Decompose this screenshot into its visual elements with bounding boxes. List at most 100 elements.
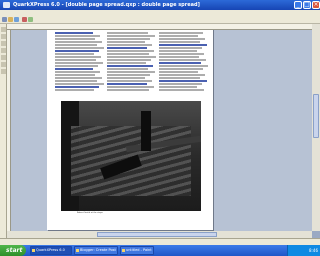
open-icon[interactable] bbox=[8, 17, 13, 22]
vertical-scroll-thumb[interactable] bbox=[313, 94, 319, 138]
text-line bbox=[55, 44, 97, 46]
line-tool-icon[interactable] bbox=[1, 69, 6, 74]
horizontal-scrollbar[interactable] bbox=[7, 231, 312, 238]
text-line bbox=[55, 56, 101, 58]
minimize-button[interactable]: _ bbox=[294, 1, 302, 9]
text-line bbox=[107, 65, 153, 67]
paint-icon bbox=[122, 249, 125, 252]
text-line bbox=[55, 74, 95, 76]
window-title: QuarkXPress 6.0 - [double page spread.qx… bbox=[13, 2, 200, 8]
text-line bbox=[107, 44, 152, 46]
text-line bbox=[159, 77, 200, 79]
maximize-button[interactable]: □ bbox=[303, 1, 311, 9]
text-line bbox=[159, 50, 197, 52]
quark-icon bbox=[32, 249, 35, 252]
close-button[interactable]: × bbox=[312, 1, 320, 9]
app-icon bbox=[3, 2, 10, 8]
document-pasteboard[interactable]: Robert Smith at the steps bbox=[11, 30, 312, 231]
text-line bbox=[159, 74, 205, 76]
task-label: Blogger: Create Post bbox=[80, 248, 116, 252]
system-tray: 8:46 bbox=[287, 245, 320, 256]
text-line bbox=[107, 86, 154, 88]
text-column-2[interactable] bbox=[107, 32, 157, 92]
text-line bbox=[55, 65, 98, 67]
item-tool-icon[interactable] bbox=[1, 27, 6, 32]
text-line bbox=[159, 32, 203, 34]
text-line bbox=[107, 56, 156, 58]
vertical-scrollbar[interactable] bbox=[312, 24, 320, 231]
photo-caption: Robert Smith at the steps bbox=[77, 212, 103, 214]
text-line bbox=[55, 68, 93, 70]
taskbar-item-quark[interactable]: QuarkXPress 6.0 bbox=[30, 246, 72, 255]
text-line bbox=[159, 86, 197, 88]
horizontal-scroll-thumb[interactable] bbox=[97, 232, 217, 237]
text-line bbox=[55, 62, 103, 64]
text-column-3[interactable] bbox=[159, 32, 209, 92]
text-line bbox=[107, 38, 150, 40]
rotate-tool-icon[interactable] bbox=[1, 41, 6, 46]
taskbar-item-paint[interactable]: untitled - Paint bbox=[120, 246, 154, 255]
text-line bbox=[107, 35, 155, 37]
text-line bbox=[159, 71, 198, 73]
text-line bbox=[159, 83, 202, 85]
text-line bbox=[55, 83, 104, 85]
text-column-1[interactable] bbox=[55, 32, 105, 92]
text-line bbox=[159, 44, 207, 46]
text-line bbox=[107, 50, 154, 52]
text-line bbox=[55, 41, 102, 43]
text-line bbox=[107, 68, 148, 70]
text-line bbox=[107, 71, 155, 73]
text-line bbox=[159, 35, 198, 37]
clock: 8:46 bbox=[309, 248, 318, 253]
print-icon[interactable] bbox=[22, 17, 27, 22]
text-line bbox=[107, 77, 145, 79]
text-line bbox=[55, 89, 94, 91]
text-line bbox=[55, 38, 95, 40]
tool-palette bbox=[0, 24, 7, 238]
page[interactable]: Robert Smith at the steps bbox=[47, 30, 213, 230]
text-line bbox=[107, 89, 149, 91]
task-label: untitled - Paint bbox=[126, 248, 152, 252]
text-line bbox=[55, 32, 93, 34]
new-icon[interactable] bbox=[2, 17, 7, 22]
text-line bbox=[107, 47, 147, 49]
text-line bbox=[55, 71, 100, 73]
text-line bbox=[55, 86, 99, 88]
start-label: start bbox=[6, 247, 23, 254]
content-tool-icon[interactable] bbox=[1, 34, 6, 39]
text-line bbox=[107, 62, 146, 64]
save-icon[interactable] bbox=[14, 17, 19, 22]
text-box-tool-icon[interactable] bbox=[1, 55, 6, 60]
text-line bbox=[55, 47, 104, 49]
text-line bbox=[107, 53, 149, 55]
text-line bbox=[159, 62, 201, 64]
text-line bbox=[159, 68, 203, 70]
text-line bbox=[55, 80, 97, 82]
text-line bbox=[107, 32, 148, 34]
task-label: QuarkXPress 6.0 bbox=[36, 248, 65, 252]
text-line bbox=[159, 59, 206, 61]
taskbar-item-blogger[interactable]: Blogger: Create Post bbox=[74, 246, 118, 255]
text-line bbox=[159, 65, 208, 67]
zoom-tool-icon[interactable] bbox=[1, 48, 6, 53]
text-line bbox=[55, 53, 94, 55]
taskbar: start QuarkXPress 6.0 Blogger: Create Po… bbox=[0, 245, 320, 256]
text-line bbox=[159, 38, 205, 40]
text-line bbox=[107, 59, 151, 61]
text-line bbox=[55, 59, 96, 61]
picture-box-tool-icon[interactable] bbox=[1, 62, 6, 67]
cut-icon[interactable] bbox=[28, 17, 33, 22]
text-line bbox=[107, 80, 152, 82]
text-line bbox=[107, 74, 150, 76]
text-line bbox=[159, 53, 204, 55]
start-button[interactable]: start bbox=[0, 245, 26, 256]
text-line bbox=[159, 47, 202, 49]
text-line bbox=[159, 80, 207, 82]
photo[interactable] bbox=[61, 101, 201, 211]
text-line bbox=[107, 83, 147, 85]
text-line bbox=[55, 35, 100, 37]
text-line bbox=[159, 56, 199, 58]
text-line bbox=[107, 41, 145, 43]
browser-icon bbox=[76, 249, 79, 252]
status-bar bbox=[0, 238, 320, 245]
